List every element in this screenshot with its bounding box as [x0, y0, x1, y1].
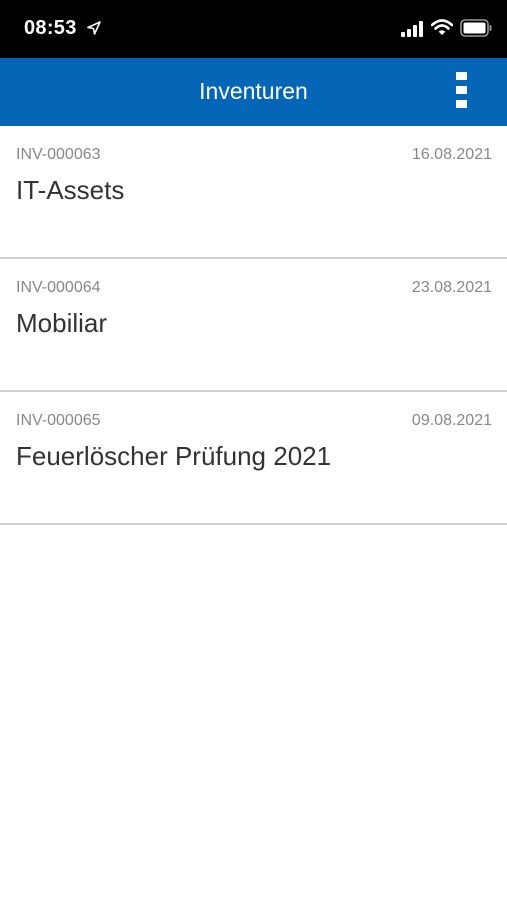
more-vertical-icon [456, 86, 467, 94]
status-time: 08:53 [24, 17, 77, 39]
inventory-title: Mobiliar [16, 308, 108, 338]
inventory-date: 16.08.2021 [411, 146, 492, 163]
location-arrow-icon [87, 21, 101, 35]
wifi-icon [431, 19, 453, 35]
inventory-title: IT-Assets [16, 175, 125, 205]
status-bar: 08:53 [0, 0, 507, 58]
inventory-date: 23.08.2021 [411, 279, 492, 296]
inventory-id: INV-000065 [16, 412, 101, 429]
inventory-list-item[interactable]: INV-000063 16.08.2021 IT-Assets [0, 126, 507, 259]
battery-icon [460, 19, 492, 37]
inventory-list-item[interactable]: INV-000065 09.08.2021 Feuerlöscher Prüfu… [0, 392, 507, 525]
inventory-title: Feuerlöscher Prüfung 2021 [16, 441, 332, 471]
app-bar: Inventuren [0, 58, 507, 126]
more-vertical-icon [456, 100, 467, 108]
inventory-date: 09.08.2021 [411, 412, 492, 429]
inventory-list-item[interactable]: INV-000064 23.08.2021 Mobiliar [0, 259, 507, 392]
cellular-signal-icon [401, 21, 423, 37]
inventory-id: INV-000064 [16, 279, 101, 296]
inventory-list: INV-000063 16.08.2021 IT-Assets INV-0000… [0, 126, 507, 525]
more-vertical-icon [456, 72, 467, 80]
page-title: Inventuren [199, 78, 308, 104]
more-menu-button[interactable] [447, 72, 477, 112]
inventory-id: INV-000063 [16, 146, 101, 163]
